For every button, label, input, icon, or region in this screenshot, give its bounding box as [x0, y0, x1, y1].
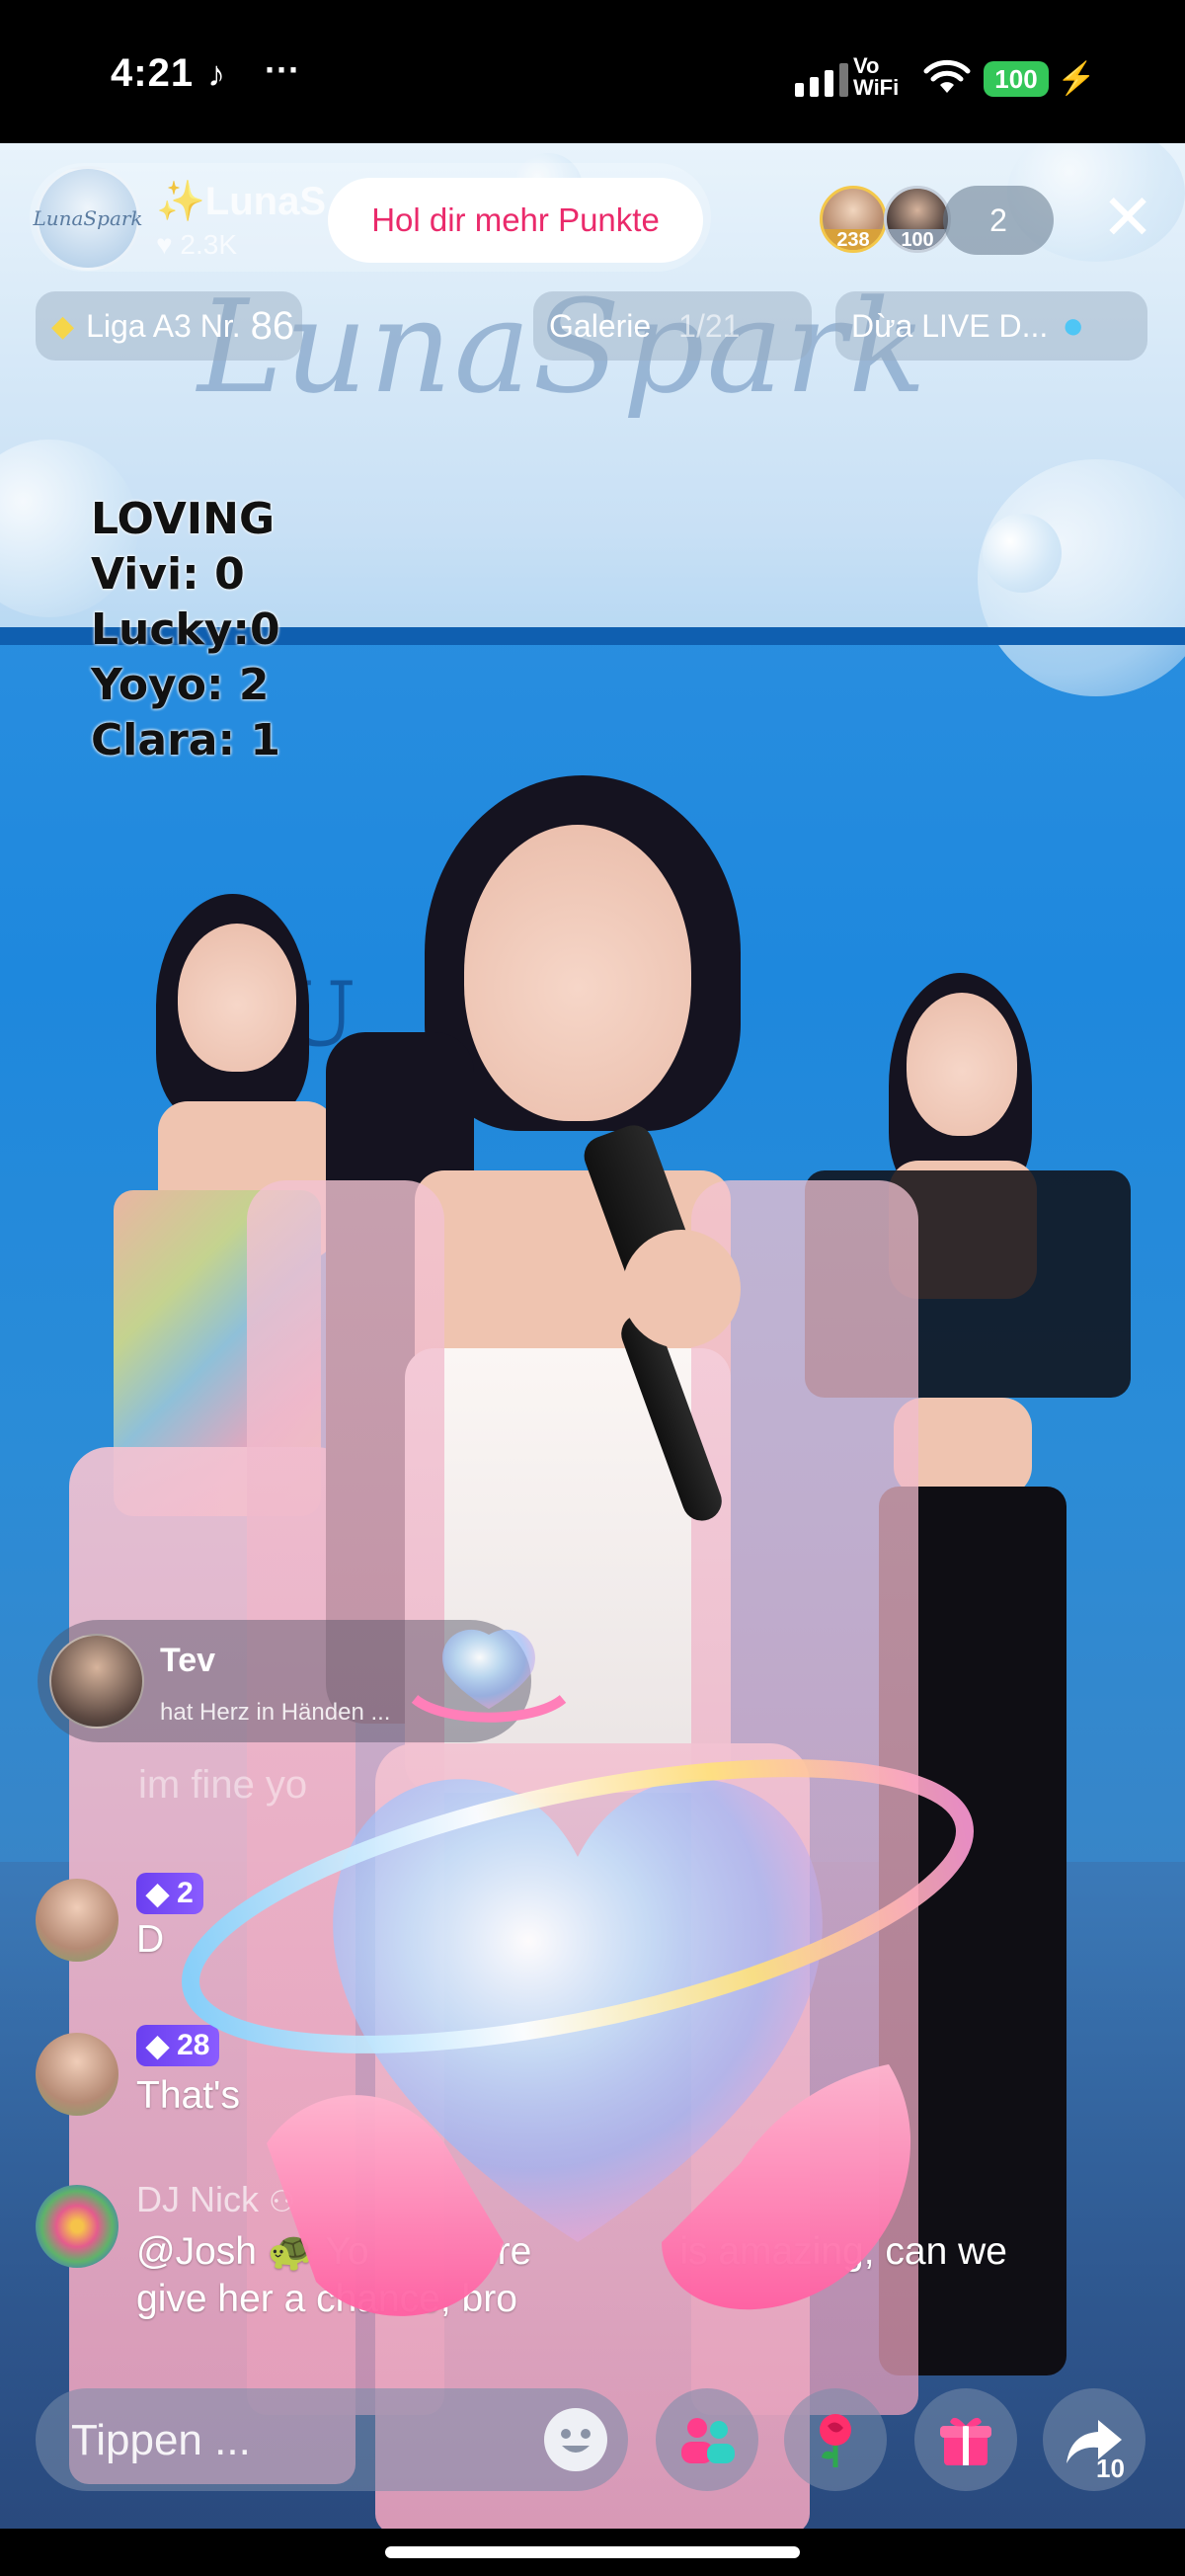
wifi-icon	[923, 59, 971, 93]
share-button[interactable]	[1043, 2388, 1146, 2491]
scoreboard-row: Clara: 1	[91, 715, 281, 765]
status-bar: 4:21 ♪ ··· Vo WiFi 100 ⚡	[0, 0, 1185, 143]
battery-icon: 100	[984, 61, 1049, 97]
vowifi-indicator: Vo WiFi	[853, 53, 900, 100]
scoreboard: LOVING Vivi: 0 Lucky:0 Yoyo: 2 Clara: 1	[91, 492, 280, 768]
chat-avatar[interactable]	[36, 1879, 118, 1962]
scoreboard-row: Lucky:0	[91, 604, 280, 655]
multi-guest-button[interactable]	[656, 2388, 758, 2491]
charging-icon: ⚡	[1057, 60, 1096, 96]
home-indicator[interactable]	[0, 2529, 1185, 2576]
rose-icon	[820, 2414, 851, 2467]
gift-button[interactable]	[914, 2388, 1017, 2491]
rose-gift-button[interactable]	[784, 2388, 887, 2491]
guests-icon	[681, 2418, 735, 2463]
gift-icon	[940, 2417, 991, 2465]
top-viewer-avatar[interactable]: 238	[820, 186, 887, 253]
host-name[interactable]: ✨LunaS	[156, 178, 326, 224]
scoreboard-row: Vivi: 0	[91, 549, 245, 600]
chat-avatar[interactable]	[36, 2185, 118, 2268]
scoreboard-title: LOVING	[91, 494, 276, 544]
viewer-count[interactable]: 2	[943, 186, 1054, 255]
bubble-decoration	[983, 514, 1062, 593]
league-chip[interactable]: ◆ Liga A3 Nr. 86	[36, 291, 302, 361]
gifter-avatar[interactable]	[49, 1634, 144, 1729]
live-event-chip[interactable]: Dừa LIVE D... ●	[835, 291, 1147, 361]
get-more-points-button[interactable]: Hol dir mehr Punkte	[328, 178, 703, 263]
status-time: 4:21	[111, 51, 195, 95]
cellular-signal-icon	[795, 61, 848, 97]
gallery-chip[interactable]: Galerie 1/21	[533, 291, 812, 361]
emoji-icon[interactable]	[544, 2408, 607, 2471]
more-dots-icon: ···	[265, 49, 300, 90]
top-viewer-avatar[interactable]: 100	[884, 186, 951, 253]
close-icon[interactable]: ✕	[1096, 186, 1159, 251]
balloon-icon: ●	[1062, 304, 1085, 347]
chat-avatar[interactable]	[36, 2033, 118, 2116]
host-likes: ♥ 2.3K	[156, 229, 238, 260]
scoreboard-row: Yoyo: 2	[91, 660, 270, 710]
tiktok-icon: ♪	[207, 53, 225, 94]
host-avatar[interactable]: LunaSpark	[33, 166, 143, 271]
heart-in-hands-gift-animation	[182, 1629, 974, 2316]
share-count: 10	[1096, 2454, 1125, 2483]
diamond-icon: ◆	[51, 309, 75, 343]
comment-input-placeholder: Tippen ...	[71, 2416, 251, 2464]
